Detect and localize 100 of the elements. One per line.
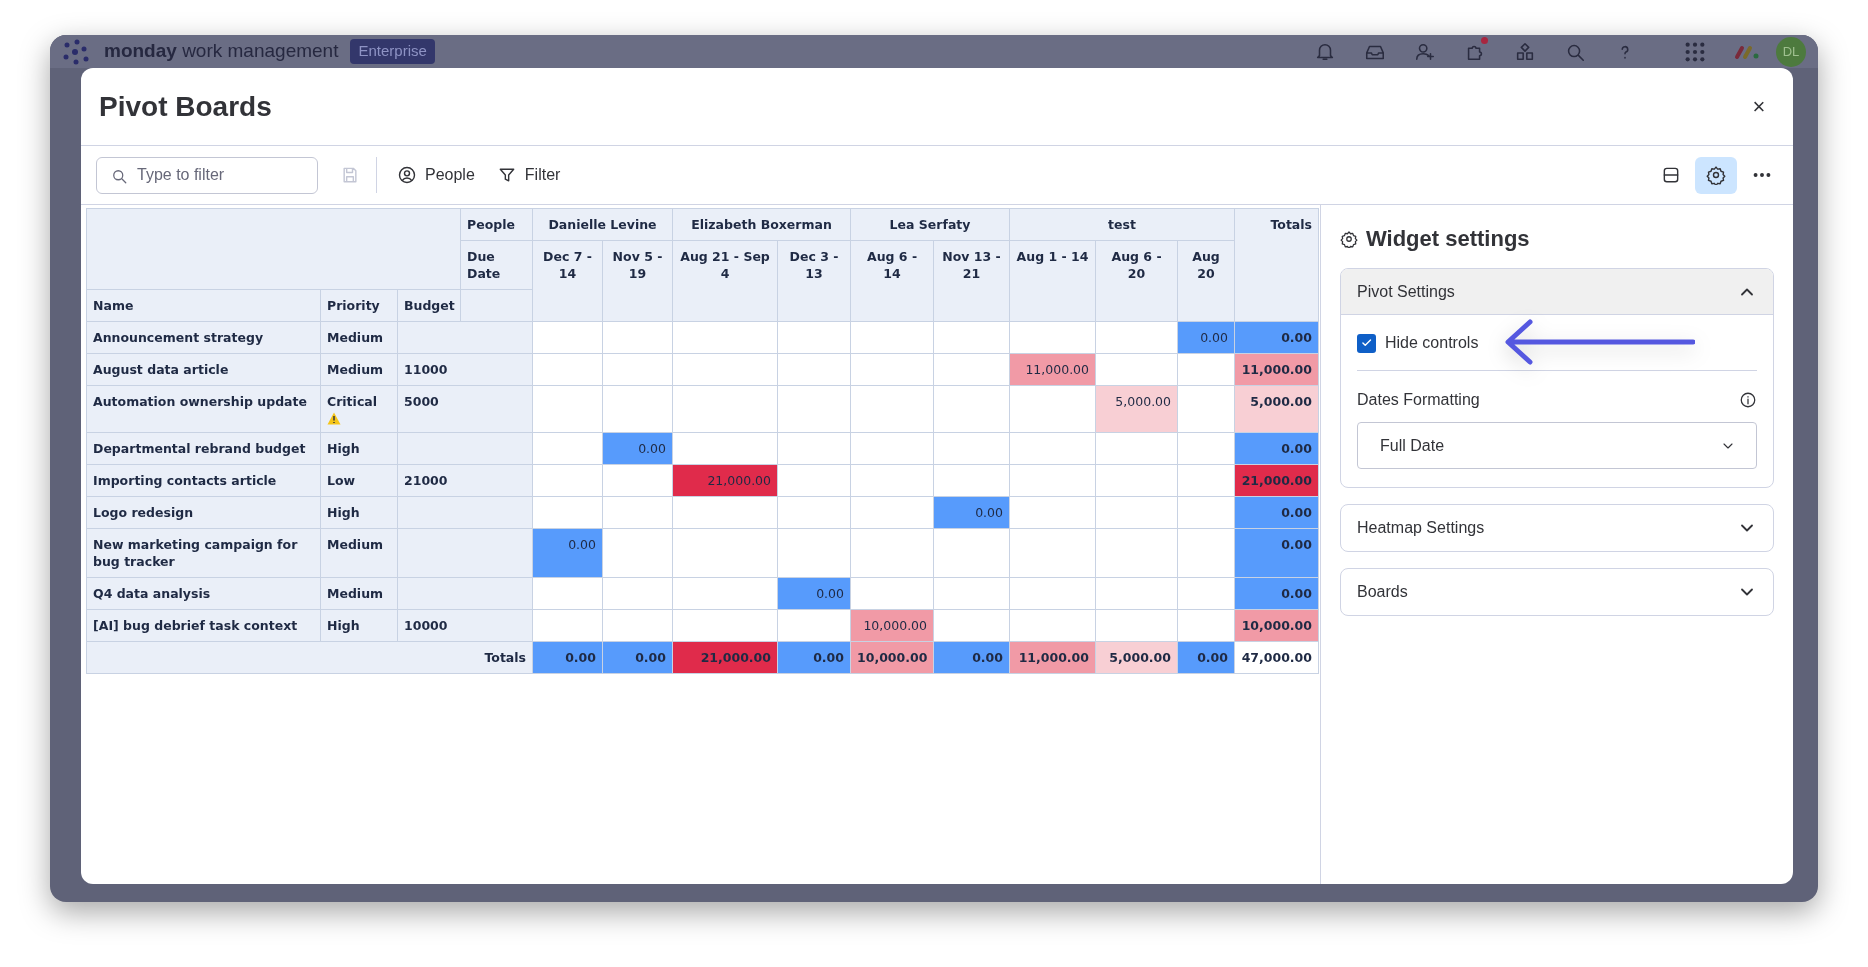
info-icon[interactable]	[1739, 391, 1757, 409]
table-cell	[602, 353, 673, 386]
settings-icon[interactable]	[1706, 165, 1726, 185]
table-cell: 5,000.00	[1234, 385, 1319, 433]
priority-label: High	[327, 617, 361, 634]
date-format-dropdown[interactable]: Full Date	[1357, 422, 1757, 469]
close-button[interactable]: ×	[1743, 90, 1775, 123]
app-grid-icon[interactable]	[1684, 40, 1706, 63]
row-field-label: Due Date	[460, 240, 533, 290]
column-header: Aug 20	[1177, 240, 1235, 322]
priority-label: Critical	[327, 393, 378, 410]
table-cell	[532, 577, 603, 610]
search-field[interactable]: Type to filter	[96, 156, 318, 194]
column-header: Budget	[397, 289, 461, 322]
row-header: Totals	[86, 641, 533, 674]
column-header: Totals	[1234, 208, 1319, 322]
column-header: Nov 5 - 19	[602, 240, 673, 322]
table-cell	[532, 609, 603, 642]
checkbox-label: Hide controls	[1385, 333, 1479, 353]
row-header: Importing contacts article	[86, 464, 321, 497]
table-cell: 0.00	[933, 496, 1010, 529]
person-icon[interactable]	[397, 165, 417, 185]
people-button[interactable]: People	[393, 163, 479, 187]
column-header: Dec 3 - 13	[777, 240, 851, 322]
table-cell: 10,000.00	[850, 641, 934, 674]
column-header: Name	[86, 289, 321, 322]
priority-label: Medium	[327, 536, 385, 553]
column-group-header: Lea Serfaty	[850, 208, 1010, 241]
table-cell	[532, 464, 603, 497]
settings-button[interactable]	[1695, 156, 1737, 194]
table-cell: 21,000.00	[1234, 464, 1319, 497]
brand-name: monday work management	[104, 39, 339, 64]
table-cell: 5,000.00	[1095, 641, 1178, 674]
column-header: Aug 6 - 20	[1095, 240, 1178, 322]
panel-title: Widget settings	[1366, 225, 1530, 253]
table-cell	[1177, 385, 1235, 433]
table-cell	[532, 353, 603, 386]
column-group-header: Danielle Levine	[532, 208, 673, 241]
table-cell: 0.00	[1177, 641, 1235, 674]
table-cell: 0.00	[777, 641, 851, 674]
settings-icon[interactable]	[1340, 229, 1358, 248]
table-cell	[532, 496, 603, 529]
section-header[interactable]: Boards	[1341, 569, 1773, 615]
row-field-label: People	[460, 208, 533, 241]
table-cell: 0.00	[602, 432, 673, 465]
table-cell: 0.00	[532, 528, 603, 578]
table-cell: 0.00	[1234, 577, 1319, 610]
table-cell	[532, 432, 603, 465]
plan-badge: Enterprise	[350, 39, 435, 64]
table-cell: 21,000.00	[672, 641, 778, 674]
table-cell: 0.00	[532, 641, 603, 674]
column-group-header: test	[1009, 208, 1235, 241]
priority-label: Low	[327, 472, 357, 489]
brand-mark-icon	[1734, 43, 1760, 60]
row-header: 11000	[397, 353, 533, 386]
table-cell	[602, 609, 673, 642]
table-cell	[602, 577, 673, 610]
table-cell	[602, 496, 673, 529]
priority-label: Medium	[327, 329, 385, 346]
row-header: 10000	[397, 609, 533, 642]
table-cell: 11,000.00	[1009, 353, 1096, 386]
row-header: Q4 data analysis	[86, 577, 321, 610]
table-cell: 11,000.00	[1009, 641, 1096, 674]
table-cell	[602, 385, 673, 433]
row-header: Announcement strategy	[86, 321, 321, 354]
row-header: [AI] bug debrief task context	[86, 609, 321, 642]
column-header: Nov 13 - 21	[933, 240, 1010, 322]
column-header: Aug 6 - 14	[850, 240, 934, 322]
apps-icon[interactable]	[1514, 40, 1536, 63]
section-header[interactable]: Heatmap Settings	[1341, 505, 1773, 551]
table-cell	[602, 321, 673, 354]
table-cell	[1177, 577, 1235, 610]
table-cell	[1177, 353, 1235, 386]
table-cell: 5,000.00	[1095, 385, 1178, 433]
section-header[interactable]: Pivot Settings	[1341, 269, 1773, 315]
table-cell	[1177, 609, 1235, 642]
priority-label: Medium	[327, 361, 385, 378]
table-cell: 0.00	[777, 577, 851, 610]
table-cell	[1177, 464, 1235, 497]
row-header: New marketing campaign for bug tracker	[86, 528, 321, 578]
table-cell	[532, 321, 603, 354]
table-cell: 0.00	[933, 641, 1010, 674]
row-header: 5000	[397, 385, 533, 433]
table-cell: 0.00	[1177, 321, 1235, 354]
column-header: Aug 21 - Sep 4	[672, 240, 778, 322]
priority-label: High	[327, 440, 361, 457]
table-cell	[1177, 528, 1235, 578]
table-cell: 0.00	[1234, 321, 1319, 354]
split-view-icon[interactable]	[1661, 165, 1681, 185]
table-cell	[602, 464, 673, 497]
column-group-header: Elizabeth Boxerman	[672, 208, 851, 241]
table-cell: 10,000.00	[850, 609, 934, 642]
table-cell	[532, 385, 603, 433]
table-cell	[1177, 496, 1235, 529]
table-cell: 21,000.00	[672, 464, 778, 497]
table-cell	[602, 528, 673, 578]
table-cell: 0.00	[1234, 432, 1319, 465]
filter-button[interactable]: Filter	[492, 163, 565, 187]
row-header: 21000	[397, 464, 533, 497]
table-cell: 10,000.00	[1234, 609, 1319, 642]
